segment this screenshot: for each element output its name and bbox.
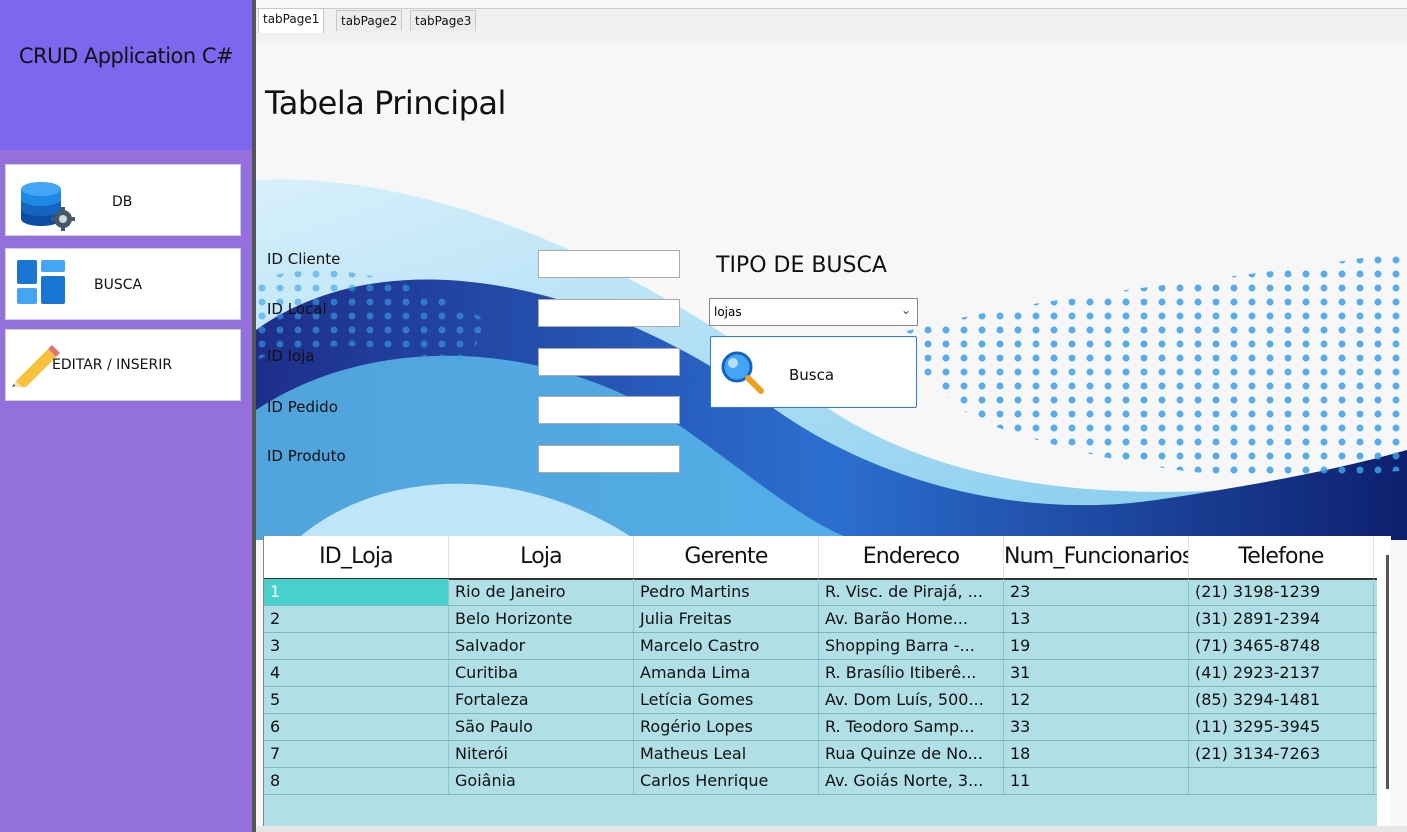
- table-cell-telefone[interactable]: (21) 3134-7263: [1189, 741, 1374, 767]
- table-cell-loja[interactable]: Belo Horizonte: [449, 606, 634, 632]
- table-cell-id-loja[interactable]: 2: [264, 606, 449, 632]
- tipo-de-busca-select[interactable]: lojas ⌄: [709, 298, 918, 326]
- column-header-telefone[interactable]: Telefone: [1189, 536, 1374, 578]
- table-cell-num-funcionarios[interactable]: 13: [1004, 606, 1189, 632]
- table-cell-num-funcionarios[interactable]: 19: [1004, 633, 1189, 659]
- table-row[interactable]: 3 Salvador Marcelo Castro Shopping Barra -.…: [264, 633, 1384, 660]
- db-button[interactable]: DB: [5, 164, 241, 236]
- table-cell-endereco[interactable]: Av. Goiás Norte, 3...: [819, 768, 1004, 794]
- table-cell-gerente[interactable]: Pedro Martins: [634, 579, 819, 605]
- app-title: CRUD Application C#: [18, 44, 234, 68]
- table-cell-loja[interactable]: Goiânia: [449, 768, 634, 794]
- id-cliente-field[interactable]: [538, 250, 680, 278]
- table-cell-telefone[interactable]: (71) 3465-8748: [1189, 633, 1374, 659]
- table-cell-num-funcionarios[interactable]: 33: [1004, 714, 1189, 740]
- table-cell-num-funcionarios[interactable]: 18: [1004, 741, 1189, 767]
- table-cell-endereco[interactable]: R. Brasílio Itiberê...: [819, 660, 1004, 686]
- column-header-endereco[interactable]: Endereco: [819, 536, 1004, 578]
- table-row[interactable]: 1 Rio de Janeiro Pedro Martins R. Visc. de …: [264, 579, 1384, 606]
- table-cell-telefone[interactable]: (85) 3294-1481: [1189, 687, 1374, 713]
- table-cell-id-loja[interactable]: 8: [264, 768, 449, 794]
- id-cliente-label: ID Cliente: [267, 250, 341, 268]
- tab-page3[interactable]: tabPage3: [410, 10, 477, 31]
- sidebar: CRUD Application C# DB BUSCA EDITAR / IN…: [0, 0, 252, 832]
- table-cell-loja[interactable]: Niterói: [449, 741, 634, 767]
- table-cell-num-funcionarios[interactable]: 12: [1004, 687, 1189, 713]
- table-cell-id-loja[interactable]: 5: [264, 687, 449, 713]
- table-cell-endereco[interactable]: Av. Dom Luís, 500...: [819, 687, 1004, 713]
- magnifier-icon: [719, 349, 765, 400]
- table-cell-id-loja[interactable]: 1: [264, 579, 449, 605]
- table-cell-telefone[interactable]: (11) 3295-3945: [1189, 714, 1374, 740]
- table-row[interactable]: 7 Niterói Matheus Leal Rua Quinze de No... 1…: [264, 741, 1384, 768]
- id-local-label: ID Local: [267, 300, 327, 318]
- table-cell-telefone[interactable]: [1189, 768, 1374, 794]
- grid-header: ID_Loja Loja Gerente Endereco Num_Funcionari…: [264, 536, 1384, 580]
- table-cell-telefone[interactable]: (41) 2923-2137: [1189, 660, 1374, 686]
- table-cell-gerente[interactable]: Carlos Henrique: [634, 768, 819, 794]
- table-cell-num-funcionarios[interactable]: 11: [1004, 768, 1189, 794]
- tab-page1[interactable]: tabPage1: [258, 8, 325, 33]
- table-cell-gerente[interactable]: Letícia Gomes: [634, 687, 819, 713]
- table-cell-loja[interactable]: Curitiba: [449, 660, 634, 686]
- tab-page2[interactable]: tabPage2: [336, 10, 403, 31]
- table-cell-id-loja[interactable]: 4: [264, 660, 449, 686]
- id-local-field[interactable]: [538, 299, 680, 327]
- db-button-label: DB: [112, 194, 133, 210]
- table-cell-gerente[interactable]: Julia Freitas: [634, 606, 819, 632]
- busca-button-label: BUSCA: [94, 277, 143, 293]
- busca-search-button[interactable]: Busca: [710, 336, 917, 408]
- id-loja-field[interactable]: [538, 348, 680, 376]
- chevron-down-icon: ⌄: [900, 303, 911, 317]
- main-panel: tabPage1 tabPage2 tabPage3 Tabela Princi…: [256, 0, 1407, 832]
- tipo-de-busca-label: TIPO DE BUSCA: [716, 253, 887, 278]
- table-row[interactable]: 2 Belo Horizonte Julia Freitas Av. Barão Ho…: [264, 606, 1384, 633]
- table-cell-endereco[interactable]: Rua Quinze de No...: [819, 741, 1004, 767]
- table-cell-gerente[interactable]: Amanda Lima: [634, 660, 819, 686]
- table-cell-id-loja[interactable]: 3: [264, 633, 449, 659]
- table-row[interactable]: 5 Fortaleza Letícia Gomes Av. Dom Luís, 500…: [264, 687, 1384, 714]
- table-cell-id-loja[interactable]: 6: [264, 714, 449, 740]
- table-cell-id-loja[interactable]: 7: [264, 741, 449, 767]
- table-row[interactable]: 4 Curitiba Amanda Lima R. Brasílio Itiberê.…: [264, 660, 1384, 687]
- table-cell-num-funcionarios[interactable]: 23: [1004, 579, 1189, 605]
- table-cell-loja[interactable]: Salvador: [449, 633, 634, 659]
- table-cell-gerente[interactable]: Matheus Leal: [634, 741, 819, 767]
- id-produto-label: ID Produto: [267, 447, 346, 465]
- table-cell-endereco[interactable]: R. Visc. de Pirajá, ...: [819, 579, 1004, 605]
- table-cell-endereco[interactable]: Shopping Barra -...: [819, 633, 1004, 659]
- table-row[interactable]: 8 Goiânia Carlos Henrique Av. Goiás Norte, …: [264, 768, 1384, 795]
- busca-search-button-label: Busca: [789, 366, 835, 384]
- table-cell-loja[interactable]: Fortaleza: [449, 687, 634, 713]
- bottom-border: [256, 826, 1407, 832]
- busca-button[interactable]: BUSCA: [5, 248, 241, 320]
- id-loja-label: ID loja: [267, 347, 315, 365]
- editar-inserir-button-label: EDITAR / INSERIR: [52, 357, 173, 373]
- scrollbar-thumb[interactable]: [1386, 555, 1389, 789]
- tipo-de-busca-value: lojas: [714, 305, 742, 319]
- page-title: Tabela Principal: [265, 84, 506, 122]
- column-header-loja[interactable]: Loja: [449, 536, 634, 578]
- table-cell-loja[interactable]: São Paulo: [449, 714, 634, 740]
- sidebar-header: CRUD Application C#: [0, 0, 252, 150]
- table-cell-num-funcionarios[interactable]: 31: [1004, 660, 1189, 686]
- column-header-gerente[interactable]: Gerente: [634, 536, 819, 578]
- dashboard-icon: [17, 260, 69, 313]
- id-pedido-field[interactable]: [538, 396, 680, 424]
- id-produto-field[interactable]: [538, 445, 680, 473]
- id-pedido-label: ID Pedido: [267, 398, 338, 416]
- table-cell-endereco[interactable]: R. Teodoro Samp...: [819, 714, 1004, 740]
- table-cell-telefone[interactable]: (31) 2891-2394: [1189, 606, 1374, 632]
- column-header-id-loja[interactable]: ID_Loja: [264, 536, 449, 578]
- table-cell-gerente[interactable]: Rogério Lopes: [634, 714, 819, 740]
- editar-inserir-button[interactable]: EDITAR / INSERIR: [5, 329, 241, 401]
- table-cell-telefone[interactable]: (21) 3198-1239: [1189, 579, 1374, 605]
- column-header-num-funcionarios[interactable]: Num_Funcionarios: [1004, 536, 1189, 578]
- table-cell-gerente[interactable]: Marcelo Castro: [634, 633, 819, 659]
- table-cell-loja[interactable]: Rio de Janeiro: [449, 579, 634, 605]
- table-row[interactable]: 6 São Paulo Rogério Lopes R. Teodoro Samp..…: [264, 714, 1384, 741]
- table-cell-endereco[interactable]: Av. Barão Home...: [819, 606, 1004, 632]
- database-gear-icon: [19, 175, 79, 238]
- data-grid[interactable]: ID_Loja Loja Gerente Endereco Num_Funcionari…: [263, 536, 1384, 826]
